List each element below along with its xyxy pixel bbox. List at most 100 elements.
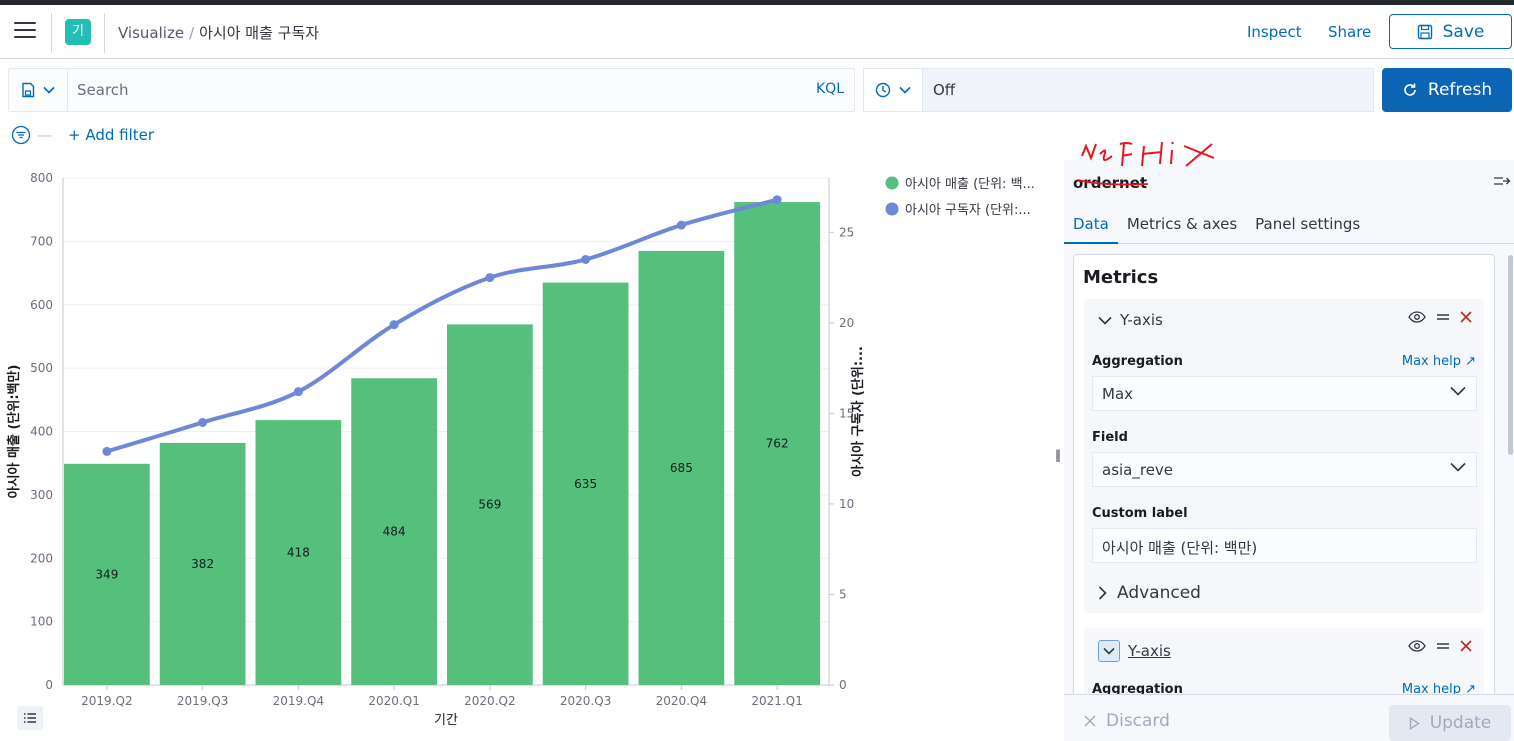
line-point [772,195,782,205]
chevron-down-icon [1098,316,1112,325]
space-avatar[interactable]: 기 [65,19,91,45]
legend-swatch [885,176,899,190]
breadcrumb-visualize[interactable]: Visualize [118,24,184,42]
inspect-link[interactable]: Inspect [1247,23,1302,41]
y-left-tick-label: 600 [30,298,53,312]
bar-value-label: 762 [766,437,789,451]
eye-icon[interactable] [1408,640,1426,652]
y-left-tick-label: 800 [30,171,53,185]
aggregation-label: Aggregation [1092,682,1183,694]
combo-chart: 0100200300400500600700800051015202534938… [6,171,1035,728]
handwritten-annotation [1077,141,1215,186]
share-link[interactable]: Share [1328,23,1371,41]
filter-bar: — + Add filter [11,124,154,146]
update-button[interactable]: Update [1389,705,1511,741]
y-left-tick-label: 700 [30,234,53,248]
x-tick-label: 2020.Q3 [560,694,611,708]
refresh-icon [1404,83,1416,96]
bar-value-label: 685 [670,461,693,475]
kql-toggle[interactable]: KQL [816,81,844,97]
saved-query-icon [22,82,35,98]
editor-footer: Discard Update [1064,694,1514,741]
close-icon[interactable] [1460,311,1472,323]
close-icon[interactable] [1460,640,1472,652]
x-axis-title: 기간 [434,713,458,728]
x-tick-label: 2019.Q3 [177,694,228,708]
aggregation-value: Max [1102,385,1134,403]
bar-value-label: 569 [478,498,501,512]
update-label: Update [1429,713,1492,733]
chart-area: 0 100 200 300 400 500 600 700 800 0 5 10 15 20 25 349 38… [0,160,1064,741]
x-tick-label: 2020.Q2 [464,694,515,708]
filter-icon[interactable] [11,125,31,145]
drag-handle-icon[interactable] [1436,312,1450,322]
clock-icon [875,82,891,98]
max-help-link[interactable]: Max help ↗ [1402,682,1476,694]
breadcrumb-current: 아시아 매출 구독자 [199,24,320,42]
search-input[interactable] [77,81,807,99]
agg-header[interactable]: Y-axis [1098,640,1171,662]
x-tick-label: 2019.Q2 [81,694,132,708]
chevron-right-icon [1098,586,1107,600]
query-bar: KQL [8,68,855,112]
add-filter-link[interactable]: + Add filter [68,126,154,144]
filter-divider: — [37,126,52,144]
metrics-title: Metrics [1083,267,1159,288]
y-right-tick-label: 20 [839,316,854,330]
x-tick-label: 2019.Q4 [273,694,324,708]
refresh-interval-value[interactable]: Off [933,81,955,99]
y-right-tick-label: 0 [839,678,847,692]
field-select[interactable]: asia_reve [1092,452,1477,487]
y-left-tick-label: 100 [30,615,53,629]
line-point [198,417,208,427]
y-right-tick-label: 10 [839,497,854,511]
agg-card-1: Y-axis Aggregation Max help ↗ Max Field … [1084,299,1484,613]
advanced-toggle[interactable]: Advanced [1098,583,1201,603]
tab-data[interactable]: Data [1064,210,1118,244]
save-button[interactable]: Save [1389,14,1512,49]
legend-item-label: 아시아 매출 (단위: 백... [905,177,1035,192]
agg-title: Y-axis [1120,311,1163,329]
tab-panel-settings[interactable]: Panel settings [1246,210,1369,244]
refresh-label: Refresh [1427,80,1493,100]
x-tick-label: 2021.Q1 [751,694,802,708]
resize-handle[interactable]: ‖ [1055,448,1061,462]
header-divider [104,13,105,53]
collapse-sidebar-icon[interactable] [1493,174,1511,188]
max-help-link[interactable]: Max help ↗ [1402,354,1476,369]
legend-toggle-button[interactable] [17,706,43,730]
quick-menu-button[interactable] [864,69,923,111]
y-right-tick-label: 5 [839,587,847,601]
bar-value-label: 635 [574,477,597,491]
legend-item-label: 아시아 구독자 (단위:... [905,203,1031,218]
aggregation-select[interactable]: Max [1092,376,1477,411]
metrics-section: Metrics Y-axis Aggregation Max help ↗ Ma… [1073,254,1495,694]
agg-header[interactable]: Y-axis [1098,311,1163,329]
discard-button[interactable]: Discard [1084,711,1170,731]
tab-metrics-axes[interactable]: Metrics & axes [1118,210,1246,244]
eye-icon[interactable] [1408,311,1426,323]
y-right-tick-label: 25 [839,225,854,239]
sidebar-scrollbar[interactable] [1508,255,1513,455]
list-icon [24,713,36,723]
drag-handle-icon[interactable] [1436,641,1450,651]
breadcrumb-separator: / [189,24,195,42]
chevron-down-icon [43,86,55,94]
custom-label-label: Custom label [1092,506,1188,521]
x-tick-label: 2020.Q1 [368,694,419,708]
y-left-tick-label: 400 [30,425,53,439]
discard-label: Discard [1106,711,1170,731]
saved-query-button[interactable] [9,69,68,111]
hamburger-menu-icon[interactable] [14,22,36,42]
refresh-button[interactable]: Refresh [1382,68,1512,112]
line-point [102,446,112,456]
bar-value-label: 382 [191,557,214,571]
sidebar-tabs: Data Metrics & axes Panel settings [1064,210,1514,244]
editor-sidebar: ordernet Data Metrics & axes Panel setti… [1064,160,1514,741]
agg-card-2: Y-axis Aggregation Max help ↗ [1084,628,1484,694]
y-left-tick-label: 500 [30,361,53,375]
custom-label-input[interactable]: 아시아 매출 (단위: 백만) [1092,528,1477,563]
y-left-tick-label: 0 [45,678,53,692]
field-value: asia_reve [1102,461,1174,479]
play-icon [1409,716,1420,730]
